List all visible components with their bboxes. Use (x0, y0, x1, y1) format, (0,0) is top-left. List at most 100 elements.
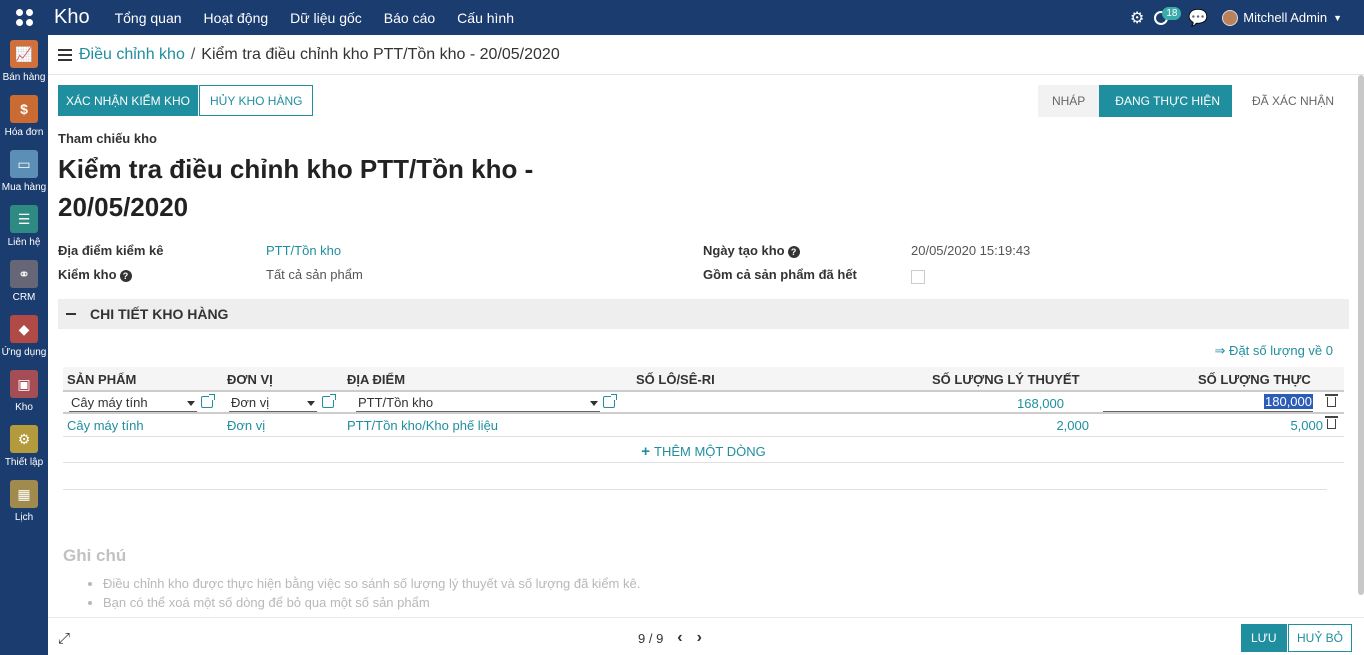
real-qty-input[interactable]: 180,000 (1103, 394, 1313, 412)
chevron-right-icon[interactable]: › (697, 629, 702, 647)
menu-reporting[interactable]: Báo cáo (384, 10, 435, 26)
chevron-left-icon[interactable]: ‹ (677, 629, 682, 647)
breadcrumb-current: Kiểm tra điều chỉnh kho PTT/Tồn kho - 20… (201, 45, 560, 63)
chevron-down-icon (187, 401, 195, 406)
chevron-down-icon (590, 401, 598, 406)
sidebar-item-settings[interactable]: ⚙ Thiết lập (0, 420, 48, 475)
column-real-qty[interactable]: SỐ LƯỢNG THỰC (1198, 372, 1311, 387)
add-line-button[interactable]: + THÊM MỘT DÒNG (63, 437, 1344, 463)
scrollbar[interactable] (1358, 75, 1364, 595)
save-button[interactable]: LƯU (1241, 624, 1287, 652)
apps-menu-icon[interactable] (0, 0, 48, 35)
sidebar-item-label: Hóa đơn (4, 127, 44, 138)
menu-master-data[interactable]: Dữ liệu gốc (290, 10, 362, 26)
sidebar-item-label: Ứng dụng (1, 347, 47, 358)
app-brand[interactable]: Kho (54, 6, 90, 29)
collapse-icon[interactable] (66, 313, 76, 315)
sidebar-item-crm[interactable]: ⚭ CRM (0, 255, 48, 310)
sales-icon: 📈 (10, 40, 38, 68)
table-row[interactable]: Cây máy tính Đơn vị PTT/Tồn kho/Kho phế … (63, 414, 1344, 437)
column-uom[interactable]: ĐƠN VỊ (227, 372, 273, 387)
avatar[interactable] (1222, 9, 1239, 26)
breadcrumb-separator: / (190, 45, 196, 63)
theoretical-qty: 2,000 (1056, 418, 1089, 433)
list-item: Điều chỉnh kho được thực hiện bằng việc … (103, 574, 640, 593)
sidebar-item-inventory[interactable]: ▣ Kho (0, 365, 48, 420)
pager: 9 / 9 ‹ › (638, 629, 702, 647)
validate-inventory-button[interactable]: XÁC NHẬN KIỂM KHO (58, 85, 199, 116)
product-cell[interactable]: Cây máy tính (67, 418, 144, 433)
column-product[interactable]: SẢN PHẨM (67, 372, 136, 387)
form-statusbar: XÁC NHẬN KIỂM KHO HỦY KHO HÀNG NHÁP ĐANG… (58, 85, 1348, 117)
inventory-scope-label: Kiểm kho? (58, 267, 132, 282)
location-select[interactable]: PTT/Tồn kho (356, 395, 600, 412)
sidebar-item-invoicing[interactable]: $ Hóa đơn (0, 90, 48, 145)
sidebar-item-contacts[interactable]: ☰ Liên hệ (0, 200, 48, 255)
column-lot[interactable]: SỐ LÔ/SÊ-RI (636, 372, 715, 387)
external-link-icon[interactable] (201, 394, 215, 408)
top-navbar: Kho Tổng quan Hoạt động Dữ liệu gốc Báo … (0, 0, 1364, 35)
real-qty[interactable]: 5,000 (1290, 418, 1323, 433)
sidebar-item-sales[interactable]: 📈 Bán hàng (0, 35, 48, 90)
breadcrumb: Điều chỉnh kho / Kiểm tra điều chỉnh kho… (48, 35, 1364, 75)
sidebar-item-apps[interactable]: ◆ Ứng dụng (0, 310, 48, 365)
page-title[interactable]: Kiểm tra điều chỉnh kho PTT/Tồn kho - 20… (58, 150, 578, 226)
sidebar-item-label: Liên hệ (7, 237, 41, 248)
inventory-icon: ▣ (10, 370, 38, 398)
inventory-details-section[interactable]: CHI TIẾT KHO HÀNG (58, 299, 1349, 329)
trash-icon[interactable] (1325, 416, 1338, 429)
sidebar-item-label: Mua hàng (1, 182, 47, 193)
menu-overview[interactable]: Tổng quan (115, 10, 182, 26)
table-header: SẢN PHẨM ĐƠN VỊ ĐỊA ĐIỂM SỐ LÔ/SÊ-RI SỐ … (63, 367, 1344, 391)
chevron-down-icon (307, 401, 315, 406)
settings-icon: ⚙ (10, 425, 38, 453)
hamburger-menu-icon[interactable] (58, 48, 72, 61)
activity-clock-icon[interactable]: 18 (1154, 6, 1182, 29)
reset-quantity-link[interactable]: ⇒ Đặt số lượng về 0 (1215, 343, 1333, 359)
cancel-inventory-button[interactable]: HỦY KHO HÀNG (199, 85, 314, 116)
sidebar-item-label: Kho (15, 402, 33, 413)
uom-select[interactable]: Đơn vị (229, 395, 317, 412)
location-cell[interactable]: PTT/Tồn kho/Kho phế liệu (347, 418, 498, 433)
plus-icon: + (641, 443, 651, 460)
calendar-icon: ▦ (10, 480, 38, 508)
sidebar-item-calendar[interactable]: ▦ Lịch (0, 475, 48, 530)
location-label: Địa điểm kiểm kê (58, 243, 164, 258)
table-row[interactable]: Cây máy tính Đơn vị PTT/Tồn kho 168,000 … (63, 391, 1344, 414)
external-link-icon[interactable] (603, 394, 617, 408)
stage-in-progress[interactable]: ĐANG THỰC HIỆN (1099, 85, 1240, 117)
location-link[interactable]: PTT/Tồn kho (266, 243, 341, 258)
discard-button[interactable]: HUỶ BỎ (1288, 624, 1353, 652)
chevron-down-icon[interactable]: ▼ (1333, 13, 1342, 23)
crm-icon: ⚭ (10, 260, 38, 288)
section-title: CHI TIẾT KHO HÀNG (90, 306, 229, 322)
list-item: Bạn có thể xoá một số dòng để bỏ qua một… (103, 593, 640, 612)
chat-icon[interactable]: 💬 (1188, 8, 1208, 28)
stage-validated[interactable]: ĐÃ XÁC NHẬN (1231, 85, 1348, 117)
pager-value[interactable]: 9 / 9 (638, 631, 663, 646)
gear-icon[interactable]: ⚙ (1130, 8, 1144, 28)
trash-icon[interactable] (1325, 394, 1338, 407)
exhausted-products-checkbox[interactable] (911, 270, 925, 284)
notes-list: Điều chỉnh kho được thực hiện bằng việc … (103, 574, 640, 612)
sidebar-item-label: CRM (12, 292, 36, 303)
help-icon[interactable]: ? (119, 270, 132, 282)
breadcrumb-parent-link[interactable]: Điều chỉnh kho (79, 46, 185, 64)
activity-count-badge: 18 (1162, 6, 1182, 20)
theoretical-qty: 168,000 (1017, 396, 1064, 411)
app-sidebar: 📈 Bán hàng $ Hóa đơn ▭ Mua hàng ☰ Liên h… (0, 35, 48, 655)
menu-configuration[interactable]: Cấu hình (457, 10, 514, 26)
expand-icon[interactable]: ⤢ (58, 630, 70, 647)
stage-draft[interactable]: NHÁP (1037, 85, 1100, 117)
user-menu[interactable]: Mitchell Admin (1243, 10, 1327, 25)
help-icon[interactable]: ? (787, 246, 800, 258)
contacts-icon: ☰ (10, 205, 38, 233)
menu-operations[interactable]: Hoạt động (204, 10, 269, 26)
exhausted-products-label: Gồm cả sản phẩm đã hết (703, 267, 857, 282)
sidebar-item-purchase[interactable]: ▭ Mua hàng (0, 145, 48, 200)
external-link-icon[interactable] (322, 394, 336, 408)
uom-cell[interactable]: Đơn vị (227, 418, 265, 433)
product-select[interactable]: Cây máy tính (69, 395, 197, 412)
column-location[interactable]: ĐỊA ĐIỂM (347, 372, 405, 387)
column-theoretical-qty[interactable]: SỐ LƯỢNG LÝ THUYẾT (932, 372, 1080, 387)
